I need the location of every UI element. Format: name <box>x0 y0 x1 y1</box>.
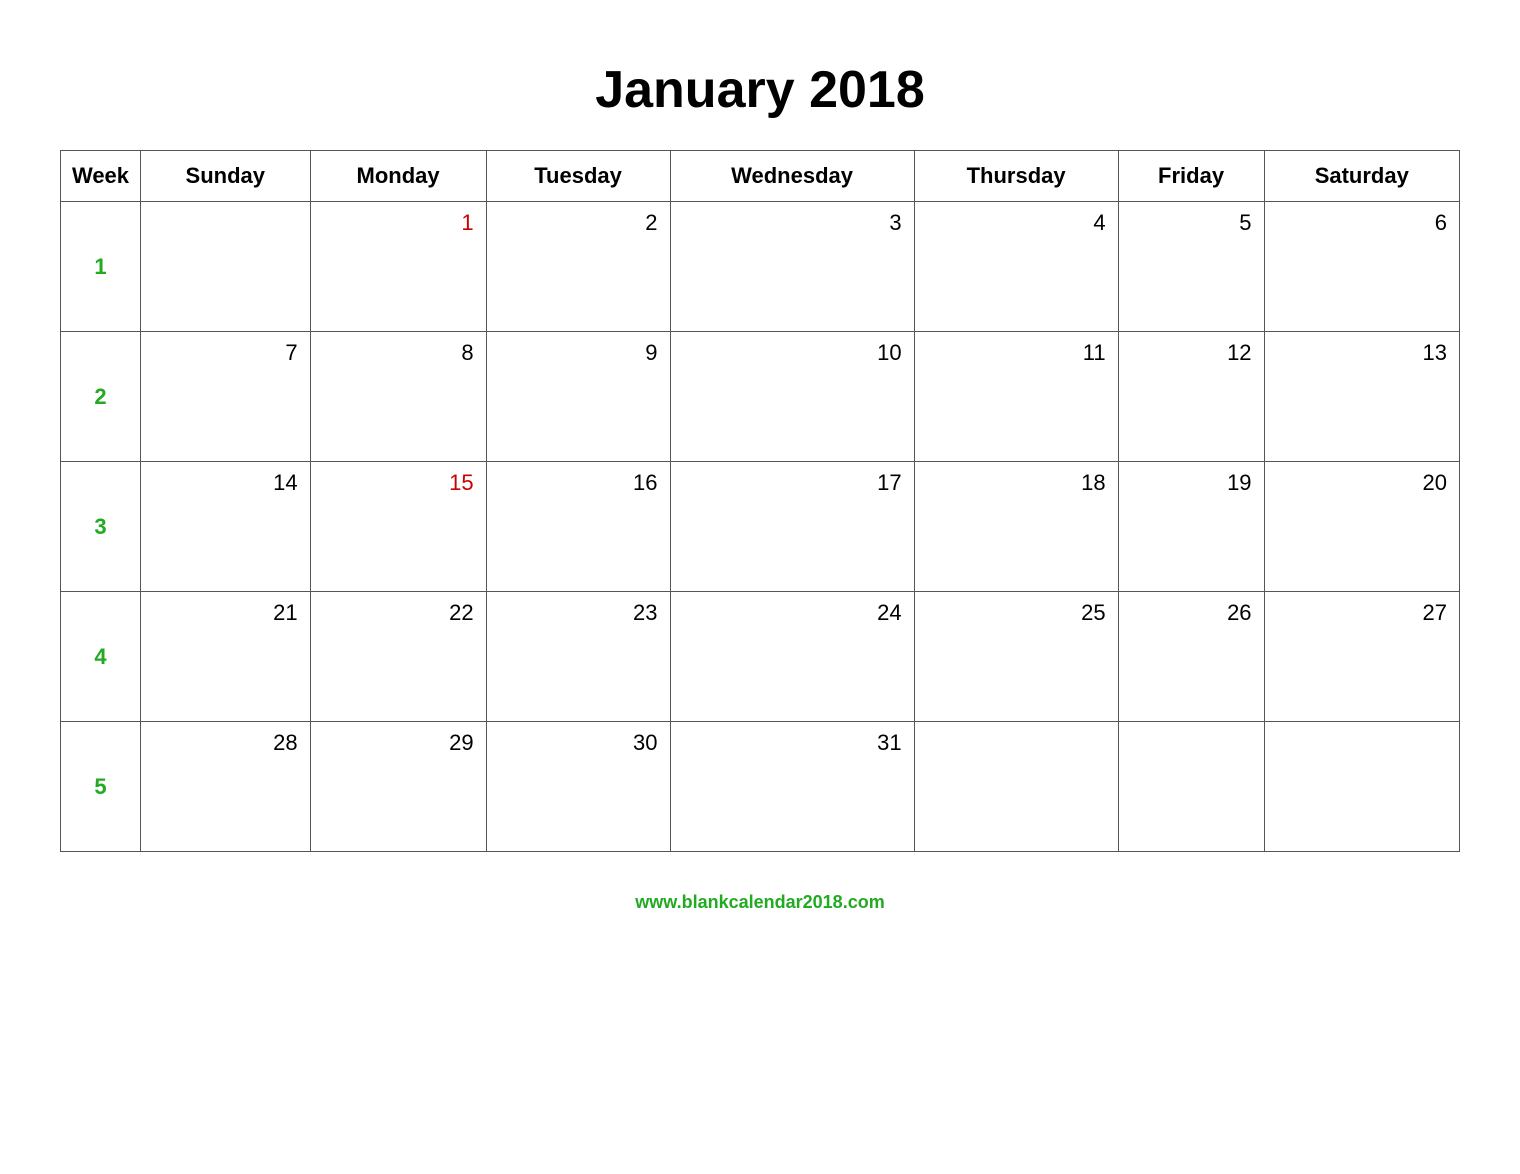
day-cell: 21 <box>141 592 311 722</box>
week-number: 2 <box>86 376 114 417</box>
calendar-table: Week Sunday Monday Tuesday Wednesday Thu… <box>60 150 1460 852</box>
day-number: 18 <box>915 462 1118 504</box>
header-thursday: Thursday <box>914 151 1118 202</box>
day-number: 5 <box>1119 202 1264 244</box>
header-monday: Monday <box>310 151 486 202</box>
day-number: 25 <box>915 592 1118 634</box>
day-number: 30 <box>487 722 670 764</box>
day-cell: 22 <box>310 592 486 722</box>
day-number: 1 <box>311 202 486 244</box>
day-cell: 26 <box>1118 592 1264 722</box>
day-cell: 19 <box>1118 462 1264 592</box>
header-tuesday: Tuesday <box>486 151 670 202</box>
day-number: 17 <box>671 462 914 504</box>
day-number: 7 <box>141 332 310 374</box>
header-wednesday: Wednesday <box>670 151 914 202</box>
week-number: 4 <box>86 636 114 677</box>
day-number: 3 <box>671 202 914 244</box>
day-number: 15 <box>311 462 486 504</box>
table-row: 4 21222324252627 <box>61 592 1460 722</box>
day-number: 27 <box>1265 592 1459 634</box>
day-cell: 13 <box>1264 332 1459 462</box>
week-number: 1 <box>86 246 114 287</box>
week-number: 3 <box>86 506 114 547</box>
table-row: 3 14151617181920 <box>61 462 1460 592</box>
table-row: 5 28293031 <box>61 722 1460 852</box>
header-saturday: Saturday <box>1264 151 1459 202</box>
page-title: January 2018 <box>595 60 925 120</box>
day-number: 23 <box>487 592 670 634</box>
day-cell: 11 <box>914 332 1118 462</box>
day-number: 21 <box>141 592 310 634</box>
day-cell: 30 <box>486 722 670 852</box>
header-friday: Friday <box>1118 151 1264 202</box>
day-cell <box>1118 722 1264 852</box>
day-cell: 7 <box>141 332 311 462</box>
footer-link: www.blankcalendar2018.com <box>635 892 884 913</box>
day-cell: 17 <box>670 462 914 592</box>
day-cell: 6 <box>1264 202 1459 332</box>
day-number: 10 <box>671 332 914 374</box>
day-cell: 4 <box>914 202 1118 332</box>
day-number: 31 <box>671 722 914 764</box>
table-row: 1123456 <box>61 202 1460 332</box>
day-cell: 14 <box>141 462 311 592</box>
day-number: 20 <box>1265 462 1459 504</box>
day-cell: 18 <box>914 462 1118 592</box>
day-number: 9 <box>487 332 670 374</box>
day-number: 22 <box>311 592 486 634</box>
day-cell: 24 <box>670 592 914 722</box>
day-cell <box>914 722 1118 852</box>
header-row: Week Sunday Monday Tuesday Wednesday Thu… <box>61 151 1460 202</box>
day-cell: 3 <box>670 202 914 332</box>
day-number: 19 <box>1119 462 1264 504</box>
day-number: 29 <box>311 722 486 764</box>
day-number: 13 <box>1265 332 1459 374</box>
day-cell: 2 <box>486 202 670 332</box>
day-number: 12 <box>1119 332 1264 374</box>
day-number: 11 <box>915 332 1118 374</box>
week-number-cell: 4 <box>61 592 141 722</box>
day-cell: 20 <box>1264 462 1459 592</box>
week-number-cell: 5 <box>61 722 141 852</box>
day-cell <box>1264 722 1459 852</box>
day-number: 26 <box>1119 592 1264 634</box>
day-cell: 12 <box>1118 332 1264 462</box>
day-cell: 31 <box>670 722 914 852</box>
day-cell: 16 <box>486 462 670 592</box>
day-cell: 5 <box>1118 202 1264 332</box>
day-number: 4 <box>915 202 1118 244</box>
day-cell: 10 <box>670 332 914 462</box>
table-row: 278910111213 <box>61 332 1460 462</box>
day-number: 6 <box>1265 202 1459 244</box>
day-cell <box>141 202 311 332</box>
day-cell: 8 <box>310 332 486 462</box>
week-number: 5 <box>86 766 114 807</box>
day-number: 2 <box>487 202 670 244</box>
day-cell: 9 <box>486 332 670 462</box>
day-cell: 15 <box>310 462 486 592</box>
header-sunday: Sunday <box>141 151 311 202</box>
day-number: 14 <box>141 462 310 504</box>
day-number: 8 <box>311 332 486 374</box>
day-cell: 1 <box>310 202 486 332</box>
day-cell: 28 <box>141 722 311 852</box>
week-number-cell: 2 <box>61 332 141 462</box>
week-number-cell: 3 <box>61 462 141 592</box>
day-cell: 23 <box>486 592 670 722</box>
day-number: 28 <box>141 722 310 764</box>
day-number: 24 <box>671 592 914 634</box>
week-number-cell: 1 <box>61 202 141 332</box>
day-number: 16 <box>487 462 670 504</box>
day-cell: 25 <box>914 592 1118 722</box>
day-cell: 27 <box>1264 592 1459 722</box>
header-week: Week <box>61 151 141 202</box>
day-cell: 29 <box>310 722 486 852</box>
